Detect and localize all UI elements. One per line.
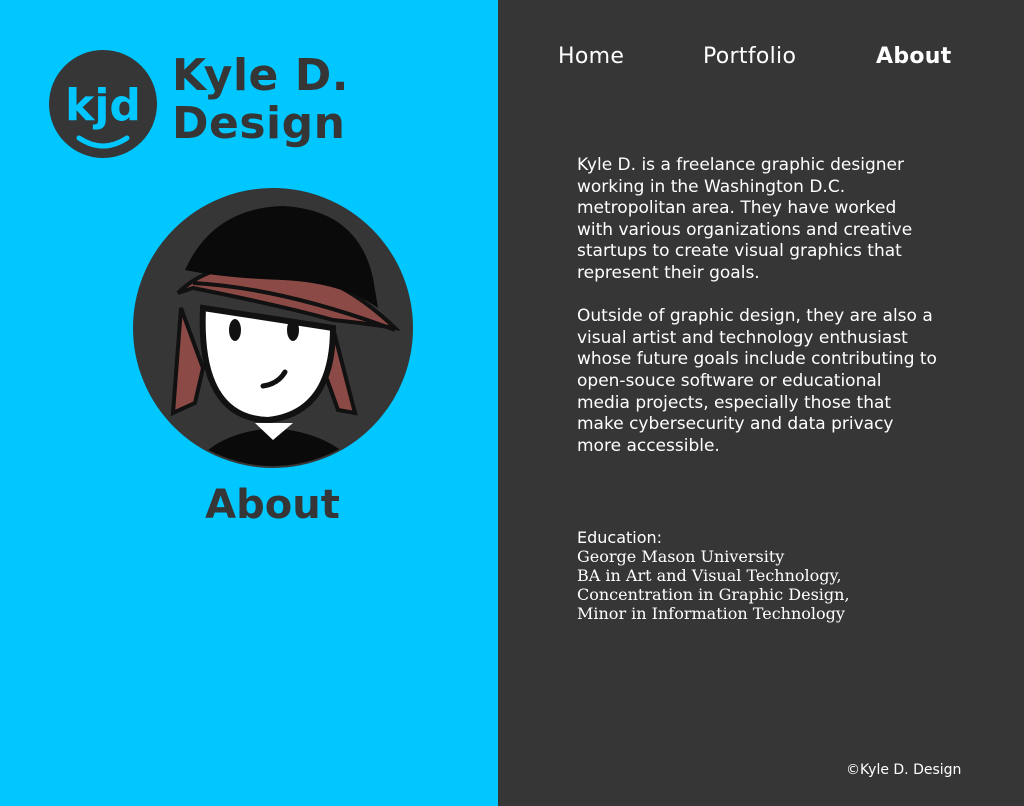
nav-portfolio-link[interactable]: Portfolio xyxy=(703,44,796,69)
left-panel: kjd Kyle D. Design About xyxy=(0,0,498,806)
education-minor: Minor in Information Technology xyxy=(577,604,845,623)
nav-home-link[interactable]: Home xyxy=(558,44,624,69)
kjd-logo-icon[interactable]: kjd xyxy=(49,50,157,158)
avatar xyxy=(133,188,413,468)
bio-section: Kyle D. is a freelance graphic designer … xyxy=(577,155,937,479)
education-school: George Mason University xyxy=(577,547,785,566)
education-concentration: Concentration in Graphic Design, xyxy=(577,585,850,604)
footer-copyright: ©Kyle D. Design xyxy=(846,762,962,778)
education-label: Education: xyxy=(577,528,663,547)
education-degree: BA in Art and Visual Technology, xyxy=(577,566,842,585)
nav-about-link[interactable]: About xyxy=(876,44,952,69)
bio-paragraph-2: Outside of graphic design, they are also… xyxy=(577,306,937,456)
bio-paragraph-1: Kyle D. is a freelance graphic designer … xyxy=(577,155,913,283)
page-title: About xyxy=(205,482,340,528)
brand-name: Kyle D. Design xyxy=(172,52,349,148)
right-panel: Home Portfolio About Kyle D. is a freela… xyxy=(498,0,1024,806)
main-nav: Home Portfolio About xyxy=(498,44,1024,76)
brand-name-line1: Kyle D. xyxy=(172,50,349,101)
brand-name-line2: Design xyxy=(172,98,346,149)
education-section: Education: George Mason University BA in… xyxy=(577,528,937,623)
svg-text:kjd: kjd xyxy=(65,80,141,131)
